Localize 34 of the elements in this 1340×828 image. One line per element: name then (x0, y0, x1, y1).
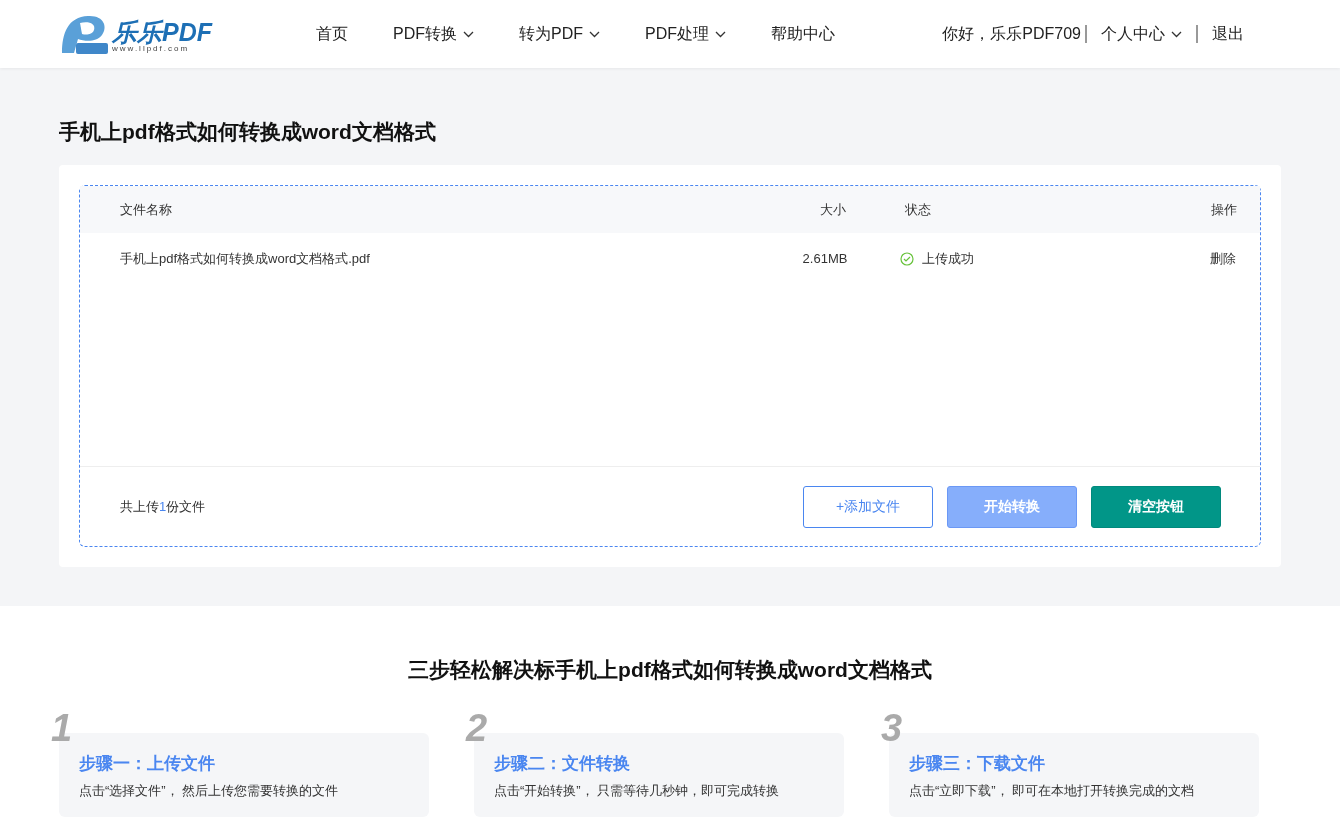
file-name-cell-text: 手机上pdf格式如何转换成word文档格式.pdf (120, 250, 371, 269)
steps-title: 三步轻松解决标手机上pdf格式如何转换成word文档格式 (407, 657, 933, 682)
step-text: 点击“选择文件”， 然后上传您需要转换的文件 (79, 781, 340, 800)
greeting-text: 你好，乐乐PDF709 (942, 24, 1081, 44)
step-number: 2 (466, 709, 488, 747)
nav-link[interactable]: PDF处理 (645, 22, 726, 46)
page-title: 手机上pdf格式如何转换成word文档格式 (59, 119, 437, 144)
column-header: 大小 (818, 200, 847, 219)
column-header: 状态 (905, 200, 932, 219)
nav-link[interactable]: 帮助中心 (771, 22, 835, 46)
action-button[interactable]: +添加文件 (803, 485, 933, 528)
user-center-link[interactable]: 个人中心 (1101, 22, 1182, 46)
chevron-down-icon (1171, 30, 1182, 38)
nav-link[interactable]: PDF转换 (393, 22, 474, 46)
file-size-cell-text: 2.61MB (801, 250, 849, 269)
column-header: 文件名称 (120, 200, 173, 219)
step-number: 1 (51, 709, 73, 747)
step-title: 步骤一：上传文件 (79, 753, 216, 775)
logo-url: www.llpdf.com (112, 45, 191, 53)
step-number: 3 (881, 709, 903, 747)
step-text: 点击“开始转换”， 只需等待几秒钟，即可完成转换 (494, 781, 781, 800)
logo-text: 乐乐PDF (112, 19, 212, 45)
step-title: 步骤二：文件转换 (494, 753, 631, 775)
upload-summary: 共上传1份文件 (120, 497, 206, 516)
nav-link[interactable]: 转为PDF (519, 22, 600, 46)
step-title: 步骤三：下载文件 (909, 753, 1046, 775)
status-text: 上传成功 (922, 250, 974, 269)
check-circle-icon (900, 252, 914, 266)
step-text: 点击“立即下载”， 即可在本地打开转换完成的文档 (909, 781, 1196, 800)
nav-link[interactable]: 首页 (316, 22, 348, 46)
action-button[interactable]: 清空按钮 (1091, 485, 1221, 528)
column-header: 操作 (1211, 200, 1237, 219)
delete-link[interactable]: 删除 (1210, 249, 1236, 269)
logout-link[interactable]: 退出 (1212, 22, 1244, 46)
